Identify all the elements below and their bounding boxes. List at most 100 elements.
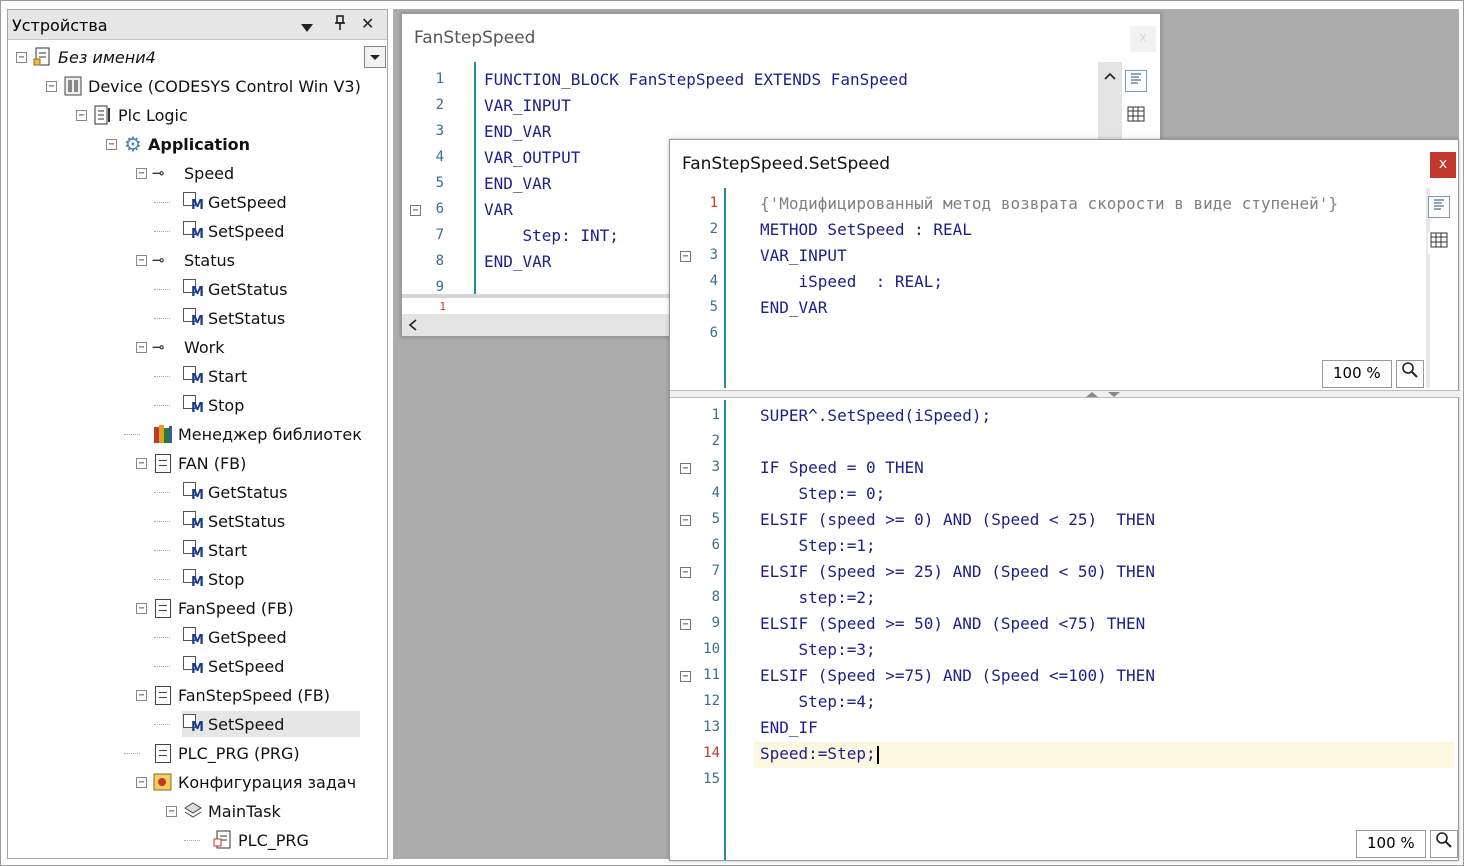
scroll-left-icon[interactable] [408,319,418,331]
tree-item-label: Device (CODESYS Control Win V3) [88,76,361,96]
code-line[interactable]: Step:=1; [760,536,876,555]
tree-item-label: Start [208,366,248,386]
fold-toggle-icon[interactable]: − [680,567,691,578]
vertical-scrollbar[interactable] [1426,188,1430,388]
code-line[interactable]: ELSIF (Speed >= 25) AND (Speed < 50) THE… [760,562,1155,581]
tree-expander-icon[interactable]: − [46,81,57,92]
tree-connector [154,289,170,290]
declaration-text-view-icon[interactable] [1428,196,1450,218]
editor-setspeed-close-button[interactable]: x [1430,152,1456,178]
scroll-up-icon[interactable] [1104,72,1116,80]
code-line[interactable]: ELSIF (Speed >= 50) AND (Speed <75) THEN [760,614,1145,633]
tree-item[interactable]: M SetSpeed [182,218,284,244]
tree-expander-icon[interactable]: − [16,52,27,63]
code-line[interactable]: {'Модифицированный метод возврата скорос… [760,194,1338,213]
code-line[interactable]: VAR [484,200,513,219]
tree-expander-icon[interactable]: − [166,806,177,817]
splitter-arrows-icon[interactable] [1084,391,1124,399]
code-line[interactable]: END_VAR [484,252,551,271]
code-line[interactable]: Step:= 0; [760,484,886,503]
tree-item[interactable]: M SetStatus [182,508,285,534]
tree-item[interactable]: M SetSpeed [182,653,284,679]
code-line[interactable]: Step:=3; [760,640,876,659]
code-line[interactable]: VAR_OUTPUT [484,148,580,167]
code-line[interactable]: END_VAR [484,174,551,193]
tree-item[interactable]: Без имени4 [32,44,156,70]
tree-item-label: Status [184,250,235,270]
fold-toggle-icon[interactable]: − [680,463,691,474]
fold-toggle-icon[interactable]: − [680,515,691,526]
code-line[interactable]: ELSIF (Speed >=75) AND (Speed <=100) THE… [760,666,1155,685]
setspeed-declaration-pane[interactable]: 1 {'Модифицированный метод возврата скоро… [670,188,1460,388]
tree-item[interactable]: M GetSpeed [182,624,287,650]
tree-item[interactable]: ⊸ Work [152,334,225,360]
code-line[interactable]: Step: INT; [484,226,619,245]
code-line[interactable]: ELSIF (speed >= 0) AND (Speed < 25) THEN [760,510,1155,529]
tree-item[interactable]: ⚙ Application [122,131,250,157]
tree-item[interactable]: Plc Logic [92,102,188,128]
code-line[interactable]: END_VAR [484,122,551,141]
code-line[interactable]: IF Speed = 0 THEN [760,458,924,477]
chevron-down-icon[interactable] [300,18,314,37]
tree-item[interactable]: M SetSpeed [182,711,360,737]
tree-item[interactable]: M Start [182,363,247,389]
tree-item[interactable]: M Stop [182,392,244,418]
tree-item[interactable]: PLC_PRG [212,827,309,853]
declaration-zoom-level[interactable]: 100 % [1322,360,1392,388]
tree-expander-icon[interactable]: − [76,110,87,121]
code-line[interactable]: SUPER^.SetSpeed(iSpeed); [760,406,991,425]
tree-item[interactable]: PLC_PRG (PRG) [152,740,300,766]
code-line[interactable]: END_IF [760,718,818,737]
tree-item[interactable]: M GetStatus [182,479,288,505]
code-line[interactable]: step:=2; [760,588,876,607]
tree-item[interactable]: Device (CODESYS Control Win V3) [62,73,361,99]
tree-item[interactable]: M GetStatus [182,276,288,302]
tree-expander-icon[interactable]: − [136,342,147,353]
tree-item[interactable]: FanSpeed (FB) [152,595,294,621]
tree-item[interactable]: FAN (FB) [152,450,246,476]
pane-splitter[interactable] [670,390,1460,398]
code-line[interactable]: VAR_INPUT [484,96,571,115]
zoom-icon[interactable] [1396,360,1424,388]
code-line[interactable]: Speed:=Step; [760,744,879,764]
tree-expander-icon[interactable]: − [136,603,147,614]
declaration-text-view-icon[interactable] [1125,70,1147,92]
code-line[interactable]: VAR_INPUT [760,246,847,265]
fold-toggle-icon[interactable]: − [680,671,691,682]
pin-icon[interactable] [334,14,346,36]
implementation-zoom-level[interactable]: 100 % [1356,830,1426,858]
tree-expander-icon[interactable]: − [136,777,147,788]
fold-toggle-icon[interactable]: − [680,251,691,262]
tree-expander-icon[interactable]: − [136,458,147,469]
tree-item[interactable]: Конфигурация задач [152,769,356,795]
editor-area: FanStepSpeed x 1 FUNCTION_BLOCK FanStepSp… [393,9,1460,861]
code-line[interactable]: FUNCTION_BLOCK FanStepSpeed EXTENDS FanS… [484,70,908,89]
tree-expander-icon[interactable]: − [136,168,147,179]
declaration-table-view-icon[interactable] [1428,232,1450,254]
tree-item[interactable]: Менеджер библиотек [152,421,362,447]
setspeed-implementation-pane[interactable]: 1 SUPER^.SetSpeed(iSpeed); 2 3 − IF Speed = 0… [670,400,1460,830]
tree-expander-icon[interactable]: − [106,139,117,150]
code-line[interactable]: Step:=4; [760,692,876,711]
declaration-table-view-icon[interactable] [1125,106,1147,128]
tree-item[interactable]: M Start [182,537,247,563]
fold-toggle-icon[interactable]: − [410,205,421,216]
tree-expander-icon[interactable]: − [136,255,147,266]
code-line[interactable]: END_VAR [760,298,827,317]
zoom-icon[interactable] [1430,830,1458,858]
code-line[interactable]: iSpeed : REAL; [760,272,944,291]
tree-item[interactable]: FanStepSpeed (FB) [152,682,330,708]
editor-fanstepspeed-close-button[interactable]: x [1130,26,1156,52]
tree-item[interactable]: ⊸ Status [152,247,235,273]
code-line[interactable]: METHOD SetSpeed : REAL [760,220,972,239]
tree-item[interactable]: M GetSpeed [182,189,287,215]
tree-expander-icon[interactable]: − [136,690,147,701]
close-icon[interactable]: ✕ [361,14,374,33]
tree-item[interactable]: M SetStatus [182,305,285,331]
tree-item[interactable]: MainTask [182,798,281,824]
fold-toggle-icon[interactable]: − [680,619,691,630]
tree-item[interactable]: ⊸ Speed [152,160,234,186]
project-dropdown-button[interactable] [364,46,386,68]
tree-item-label: Менеджер библиотек [178,424,362,444]
tree-item[interactable]: M Stop [182,566,244,592]
